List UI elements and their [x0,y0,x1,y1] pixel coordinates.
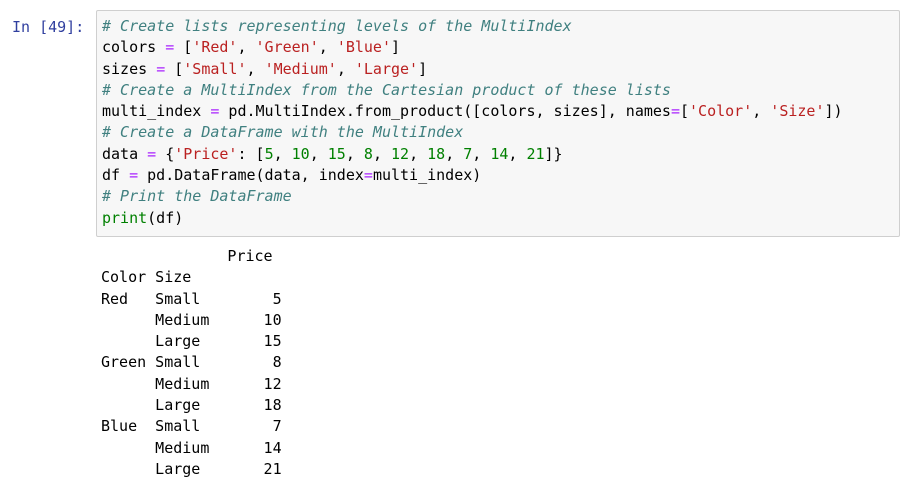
code-token: , [237,38,256,57]
code-token: , [472,144,491,163]
code-token: 21 [526,144,545,163]
code-token: , [318,38,337,57]
code-token: 12 [391,144,410,163]
code-token: , [336,59,355,78]
code-line: # Create a MultiIndex from the Cartesian… [102,80,843,101]
output-line: Medium 12 [101,374,282,393]
code-line: sizes = ['Small', 'Medium', 'Large'] [102,59,843,80]
code-token: 10 [291,144,310,163]
code-token: = [156,59,166,78]
code-token: 7 [463,144,473,163]
code-token: : [ [237,144,265,163]
output-line: Large 21 [101,459,282,478]
output-line: Large 15 [101,332,282,351]
code-token: 'Green' [255,38,319,57]
code-line: df = pd.DataFrame(data, index=multi_inde… [102,165,843,186]
code-token: , [246,59,265,78]
code-token: data [102,144,148,163]
code-token: , [345,144,364,163]
code-token: [ [174,38,193,57]
code-token: # Print the DataFrame [102,187,292,206]
code-editor[interactable]: # Create lists representing levels of th… [102,16,843,229]
code-token: 15 [327,144,346,163]
code-token: = [147,144,157,163]
code-token: df [102,166,130,185]
code-line: # Create a DataFrame with the MultiIndex [102,122,843,143]
code-line: # Create lists representing levels of th… [102,16,843,37]
code-line: # Print the DataFrame [102,186,843,207]
code-token: = [363,166,373,185]
code-line: data = {'Price': [5, 10, 15, 8, 12, 18, … [102,144,843,165]
code-token: 'Large' [354,59,419,78]
input-prompt: In [49]: [12,18,85,36]
code-token: pd.MultiIndex.from_product([colors, size… [219,102,671,121]
code-token: 'Size' [770,102,825,121]
code-token: colors [102,38,166,57]
code-line: print(df) [102,208,843,229]
output-line: Red Small 5 [101,289,282,308]
cell-output: Price Color Size Red Small 5 Medium 10 La… [101,246,282,480]
code-token: # Create lists representing levels of th… [102,17,572,35]
code-token: 'Price' [174,144,238,163]
code-token: , [309,144,328,163]
code-token: 8 [363,144,373,163]
code-token: [ [165,59,184,78]
code-token: multi_index) [372,166,482,185]
code-token: ]} [544,144,563,163]
code-token: 'Blue' [336,38,391,57]
code-token: 'Color' [689,102,753,121]
output-line: Price [101,247,273,265]
code-token: multi_index [102,102,211,121]
code-input-area[interactable]: # Create lists representing levels of th… [96,10,900,237]
code-token: 'Small' [183,59,247,78]
code-token: 18 [427,144,446,163]
code-token: 'Red' [192,38,238,57]
code-token: = [165,38,175,57]
notebook-code-cell: In [49]: # Create lists representing lev… [0,0,902,485]
code-token: ]) [824,102,843,121]
code-token: 'Medium' [264,59,337,78]
code-token: sizes [102,59,157,78]
code-token: # Create a MultiIndex from the Cartesian… [102,80,671,99]
code-token: { [156,144,175,163]
output-line: Green Small 8 [101,353,282,372]
code-token: , [752,102,771,121]
code-token: = [129,166,139,185]
code-token: 14 [490,144,509,163]
code-token: print [102,208,148,227]
output-line: Medium 10 [101,310,282,329]
code-line: multi_index = pd.MultiIndex.from_product… [102,101,843,122]
code-token: ] [391,38,401,57]
code-token: , [372,144,391,163]
code-line: colors = ['Red', 'Green', 'Blue'] [102,37,843,58]
output-line: Color Size [101,268,273,287]
code-token: ] [418,59,428,78]
code-token: [ [679,102,690,121]
code-token: , [273,144,292,163]
code-token: , [445,144,464,163]
output-line: Large 18 [101,396,282,415]
code-token: , [409,144,428,163]
code-token: (df) [147,208,184,227]
code-token: , [508,144,527,163]
code-token: 5 [264,144,274,163]
output-line: Medium 14 [101,438,282,457]
output-line: Blue Small 7 [101,417,282,436]
code-token: = [670,102,680,121]
code-token: # Create a DataFrame with the MultiIndex [102,123,464,142]
code-token: pd.DataFrame(data, index [138,166,364,185]
